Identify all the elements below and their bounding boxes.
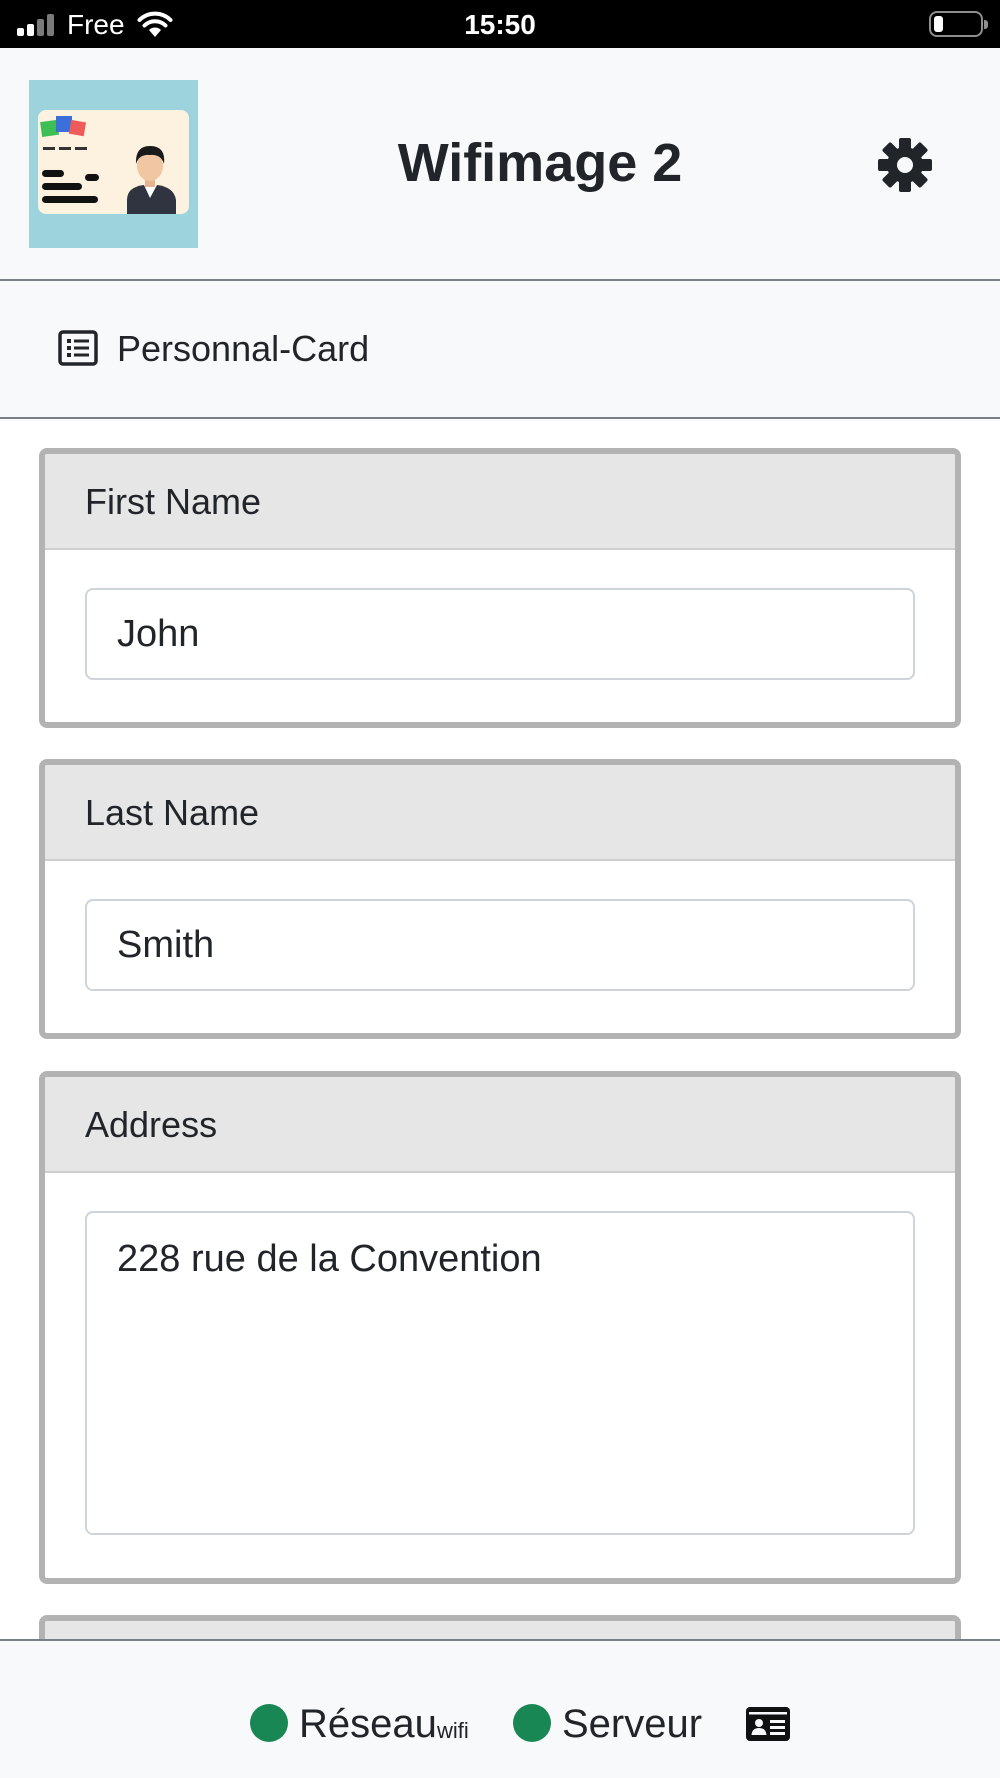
status-time: 15:50 xyxy=(464,9,536,40)
form-content[interactable]: First Name Last Name Address 228 rue de … xyxy=(0,421,1000,1639)
server-status-label: Serveur xyxy=(562,1702,703,1746)
app-title: Wifimage 2 xyxy=(397,133,683,193)
address-textarea[interactable]: 228 rue de la Convention xyxy=(85,1211,915,1535)
server-status-dot xyxy=(513,1704,551,1742)
list-alt-icon xyxy=(58,330,98,366)
next-field-card xyxy=(39,1615,961,1639)
gear-icon xyxy=(878,138,932,192)
battery-level xyxy=(934,16,943,32)
settings-button[interactable] xyxy=(876,136,934,194)
first-name-input[interactable] xyxy=(85,588,915,680)
address-label: Address xyxy=(45,1077,955,1173)
status-bar: Free 15:50 xyxy=(0,0,1000,48)
app-header: Wifimage 2 xyxy=(0,48,1000,281)
footer-status-bar: Réseau wifi Serveur xyxy=(0,1639,1000,1778)
last-name-card: Last Name xyxy=(39,759,961,1039)
section-bar[interactable]: Personnal-Card xyxy=(0,281,1000,419)
address-card: Address 228 rue de la Convention xyxy=(39,1071,961,1584)
first-name-card: First Name xyxy=(39,448,961,728)
section-title: Personnal-Card xyxy=(117,328,370,369)
last-name-input[interactable] xyxy=(85,899,915,991)
network-status-label: Réseau xyxy=(299,1702,437,1746)
network-status-dot xyxy=(250,1704,288,1742)
network-status-sublabel: wifi xyxy=(437,1718,469,1743)
battery-icon xyxy=(929,11,988,37)
next-field-header xyxy=(45,1621,955,1639)
id-card-icon[interactable] xyxy=(746,1707,790,1741)
id-card-logo-icon xyxy=(29,80,198,248)
last-name-label: Last Name xyxy=(45,765,955,861)
first-name-label: First Name xyxy=(45,454,955,550)
